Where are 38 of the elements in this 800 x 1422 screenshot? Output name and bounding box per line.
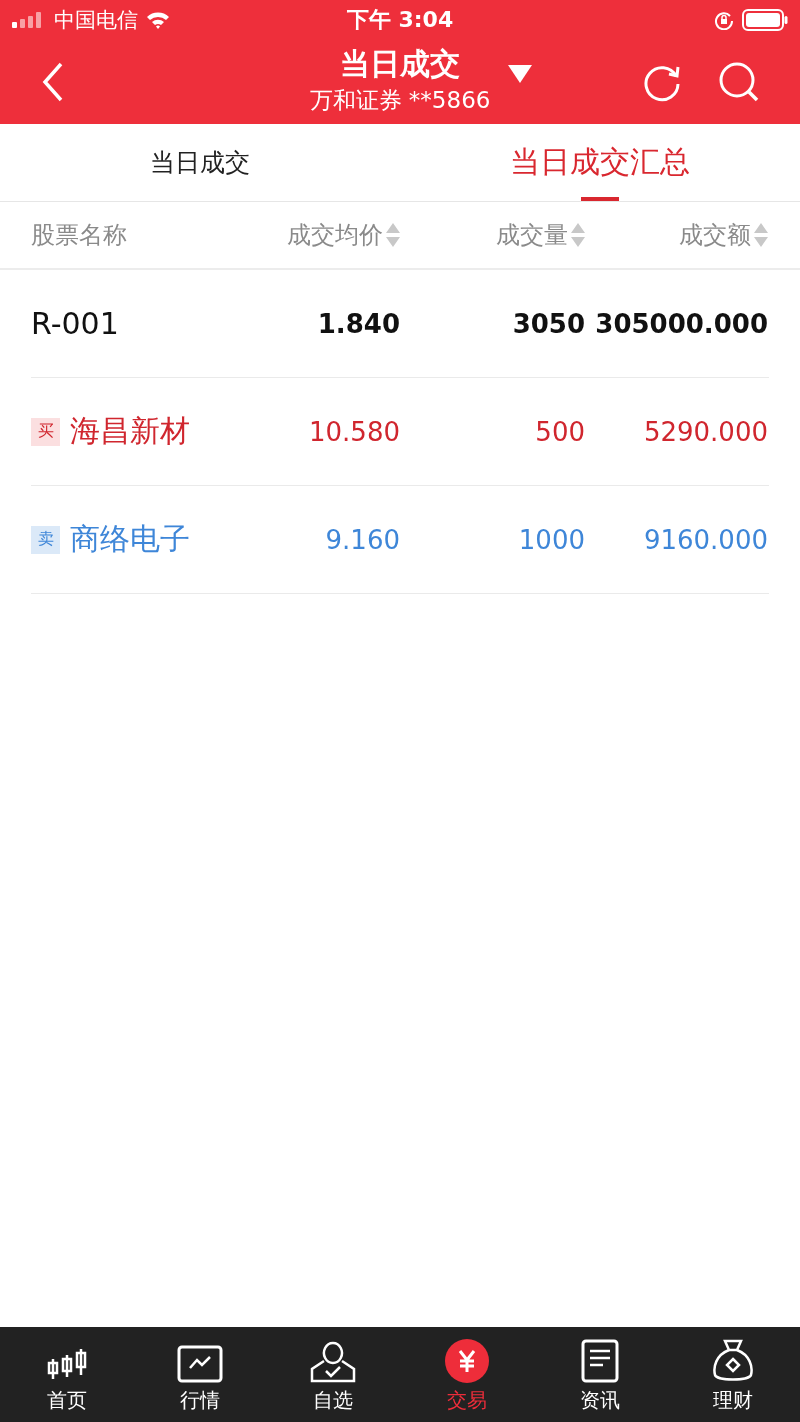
- nav-tab[interactable]: 交易: [400, 1327, 534, 1422]
- yen-icon: [444, 1339, 489, 1383]
- buy-tag: 买: [31, 417, 60, 446]
- table-cell: 1.840: [317, 308, 400, 339]
- nav-tab[interactable]: 资讯: [533, 1327, 667, 1422]
- status-time: 下午 3:04: [346, 6, 454, 34]
- table-cell: 9.160: [325, 524, 400, 555]
- stock-name: R-001: [31, 306, 119, 341]
- tab[interactable]: 当日成交汇总: [400, 124, 800, 201]
- column-header: 股票名称: [31, 220, 127, 251]
- table-cell: 305000.000: [595, 308, 768, 339]
- table-cell: 500: [535, 416, 585, 447]
- carrier-name: 中国电信: [54, 7, 138, 34]
- battery-icon: [742, 9, 788, 31]
- back-button[interactable]: [42, 62, 64, 102]
- line-chart-icon: [177, 1345, 223, 1383]
- stock-name: 海昌新材: [70, 412, 190, 450]
- nav-tab[interactable]: 自选: [266, 1327, 400, 1422]
- nav-tab[interactable]: 理财: [666, 1327, 800, 1422]
- person-icon: [310, 1341, 357, 1383]
- table-cell: 3050: [512, 308, 585, 339]
- nav-tab[interactable]: 首页: [0, 1327, 134, 1422]
- page-title: 当日成交: [340, 45, 460, 83]
- dropdown-icon[interactable]: [508, 65, 532, 83]
- sell-tag: 卖: [31, 525, 60, 554]
- wifi-icon: [146, 11, 170, 29]
- money-bag-icon: [712, 1339, 755, 1383]
- search-button[interactable]: [718, 61, 760, 103]
- tab[interactable]: 当日成交: [0, 124, 400, 201]
- nav-tab[interactable]: 行情: [133, 1327, 267, 1422]
- table-cell: 10.580: [309, 416, 400, 447]
- rotation-lock-icon: [714, 10, 734, 30]
- table-cell: 9160.000: [643, 524, 768, 555]
- account-subtitle: 万和证券 **5866: [309, 86, 491, 115]
- stock-name: 商络电子: [70, 520, 190, 558]
- document-icon: [580, 1339, 619, 1383]
- table-cell: 5290.000: [643, 416, 768, 447]
- table-cell: 1000: [518, 524, 585, 555]
